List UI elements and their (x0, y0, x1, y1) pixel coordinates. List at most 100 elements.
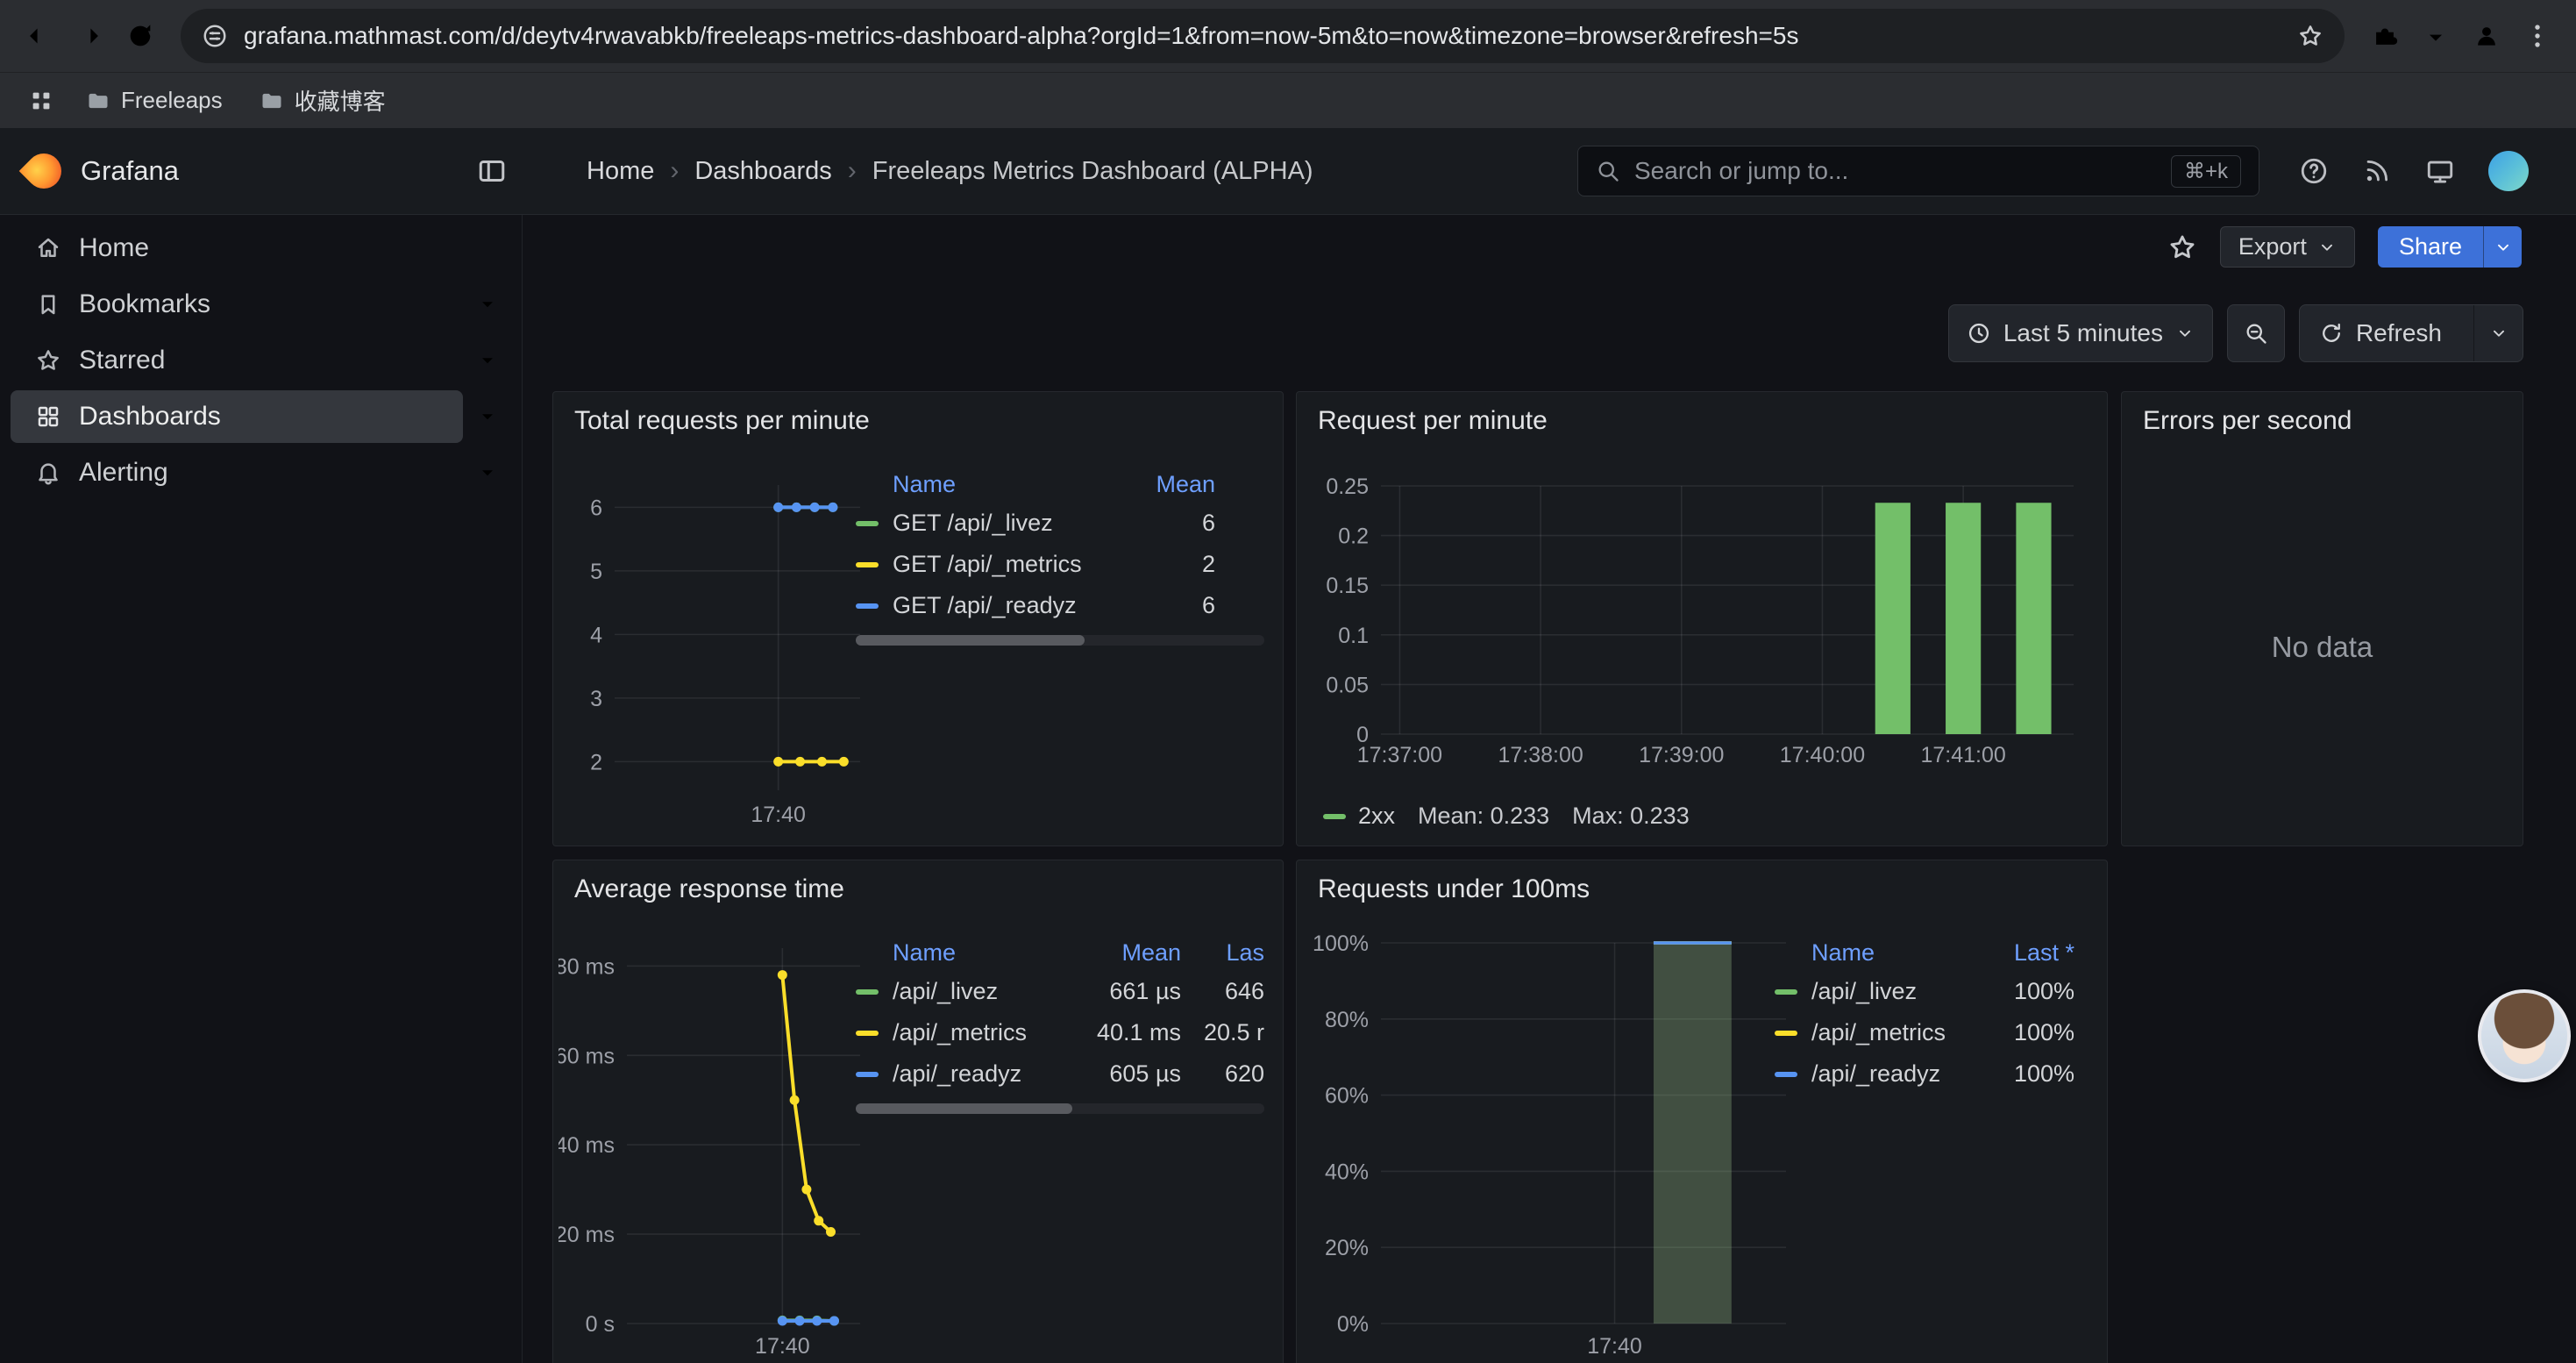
legend-row[interactable]: GET /api/_livez 6 (856, 503, 1215, 544)
user-avatar[interactable] (2488, 151, 2529, 191)
svg-text:20%: 20% (1325, 1236, 1369, 1260)
favorite-star-icon[interactable] (2167, 232, 2197, 262)
legend-header-last[interactable]: Last * (1978, 939, 2074, 967)
search-input[interactable] (1634, 157, 2157, 185)
svg-text:2: 2 (590, 750, 602, 774)
legend-header-name[interactable]: Name (856, 471, 1119, 498)
panel-title[interactable]: Errors per second (2143, 406, 2352, 436)
series-color-dash (1775, 1072, 1797, 1077)
series-color-dash (1323, 814, 1346, 819)
breadcrumb-separator: › (848, 156, 857, 186)
legend-header-name[interactable]: Name (856, 939, 1050, 967)
refresh-main[interactable]: Refresh (2300, 305, 2461, 361)
home-icon (35, 235, 61, 261)
floating-assistant-avatar[interactable] (2478, 989, 2571, 1082)
sidebar-item-bookmarks[interactable]: Bookmarks (11, 278, 463, 331)
legend-scrollbar[interactable] (856, 1103, 1264, 1114)
refresh-button[interactable]: Refresh (2299, 304, 2523, 362)
news-rss-icon[interactable] (2362, 156, 2392, 186)
legend-row[interactable]: GET /api/_metrics 2 (856, 544, 1215, 585)
breadcrumb: Home › Dashboards › Freeleaps Metrics Da… (587, 128, 1313, 214)
svg-text:17:37:00: 17:37:00 (1357, 743, 1442, 767)
share-button[interactable]: Share (2378, 226, 2522, 268)
svg-text:0.15: 0.15 (1326, 574, 1369, 598)
forward-icon[interactable] (67, 13, 112, 59)
legend-row[interactable]: /api/_metrics 40.1 ms 20.5 r (856, 1012, 1264, 1053)
url-input[interactable] (244, 22, 2281, 50)
browser-menu-icon[interactable] (2515, 13, 2560, 59)
series-name[interactable]: 2xx (1358, 803, 1395, 830)
back-icon[interactable] (16, 13, 61, 59)
folder-icon (86, 89, 110, 113)
grafana-logo (19, 146, 69, 196)
refresh-icon (2319, 321, 2344, 346)
legend-row[interactable]: /api/_metrics 100% (1775, 1012, 2074, 1053)
sidebar-item-home[interactable]: Home (11, 222, 463, 275)
panel-title[interactable]: Requests under 100ms (1318, 874, 1590, 904)
site-info-icon[interactable] (202, 23, 228, 49)
sidebar-item-dashboards[interactable]: Dashboards (11, 390, 463, 443)
help-icon[interactable] (2299, 156, 2329, 186)
export-button[interactable]: Export (2220, 226, 2355, 268)
address-bar[interactable] (181, 9, 2345, 63)
sidebar-item-alerting[interactable]: Alerting (11, 446, 463, 499)
panel-title[interactable]: Total requests per minute (574, 406, 870, 436)
chevron-down-icon[interactable] (472, 446, 503, 499)
monitor-icon[interactable] (2425, 156, 2455, 186)
panel-title[interactable]: Request per minute (1318, 406, 1548, 436)
chevron-down-icon[interactable] (472, 278, 503, 331)
time-range-picker[interactable]: Last 5 minutes (1948, 304, 2213, 362)
clock-icon (1967, 321, 1991, 346)
legend-header-mean[interactable]: Mean (1119, 471, 1215, 498)
request-per-minute-bar-chart[interactable]: 0.250.20.150.10.05017:37:0017:38:0017:39… (1306, 453, 2100, 804)
download-icon[interactable] (2413, 13, 2459, 59)
sidebar-item-starred[interactable]: Starred (11, 334, 463, 387)
legend-row[interactable]: /api/_livez 100% (1775, 971, 2074, 1012)
share-dropdown-caret[interactable] (2483, 226, 2522, 268)
reload-icon[interactable] (117, 13, 163, 59)
extensions-icon[interactable] (2362, 13, 2408, 59)
zoom-out-button[interactable] (2227, 304, 2285, 362)
breadcrumb-dashboards[interactable]: Dashboards (694, 157, 831, 186)
search-box[interactable]: ⌘+k (1577, 146, 2259, 196)
bookmark-folder-blogs[interactable]: 收藏博客 (246, 79, 400, 122)
legend-scrollbar[interactable] (856, 635, 1264, 646)
legend-table: Name Mean Las /api/_livez 661 µs 646 /ap… (856, 934, 1264, 1114)
legend-row[interactable]: /api/_readyz 100% (1775, 1053, 2074, 1095)
bookmark-folder-freeleaps[interactable]: Freeleaps (72, 82, 237, 119)
series-color-dash (1775, 1031, 1797, 1036)
dock-menu-icon[interactable] (476, 155, 508, 187)
series-color-dash (1775, 989, 1797, 995)
legend-row[interactable]: /api/_livez 661 µs 646 (856, 971, 1264, 1012)
chevron-down-icon (2175, 324, 2195, 343)
legend-row[interactable]: GET /api/_readyz 6 (856, 585, 1215, 626)
search-shortcut-hint: ⌘+k (2171, 155, 2241, 188)
panel-errors-per-second: Errors per second No data (2121, 391, 2523, 846)
svg-text:80 ms: 80 ms (559, 954, 615, 979)
svg-text:0.2: 0.2 (1338, 525, 1369, 549)
requests-under-100ms-bar-chart[interactable]: 100%80%60%40%20%0%17:40 (1306, 922, 1797, 1363)
bookmark-star-icon[interactable] (2297, 23, 2323, 49)
svg-text:17:41:00: 17:41:00 (1920, 743, 2005, 767)
apps-grid-icon[interactable] (19, 82, 63, 119)
svg-text:17:38:00: 17:38:00 (1498, 743, 1583, 767)
grafana-brand[interactable]: Grafana (26, 128, 179, 214)
average-response-line-chart[interactable]: 80 ms60 ms40 ms20 ms0 s17:40 (559, 922, 874, 1363)
svg-text:17:39:00: 17:39:00 (1639, 743, 1724, 767)
series-max: Max: 0.233 (1572, 803, 1690, 830)
bookmark-label: 收藏博客 (295, 84, 386, 117)
panel-title[interactable]: Average response time (574, 874, 844, 904)
browser-profile-icon[interactable] (2464, 13, 2509, 59)
svg-text:5: 5 (590, 560, 602, 584)
refresh-interval-caret[interactable] (2473, 305, 2523, 361)
legend-header-mean[interactable]: Mean (1050, 939, 1181, 967)
chevron-down-icon[interactable] (472, 390, 503, 443)
svg-text:80%: 80% (1325, 1008, 1369, 1032)
legend-row[interactable]: /api/_readyz 605 µs 620 (856, 1053, 1264, 1095)
chevron-down-icon[interactable] (472, 334, 503, 387)
svg-text:4: 4 (590, 623, 602, 647)
legend-header-name[interactable]: Name (1775, 939, 1978, 967)
breadcrumb-home[interactable]: Home (587, 157, 654, 186)
legend-header-last[interactable]: Las (1181, 939, 1264, 967)
total-requests-line-chart[interactable]: 6543217:40 (559, 453, 874, 839)
